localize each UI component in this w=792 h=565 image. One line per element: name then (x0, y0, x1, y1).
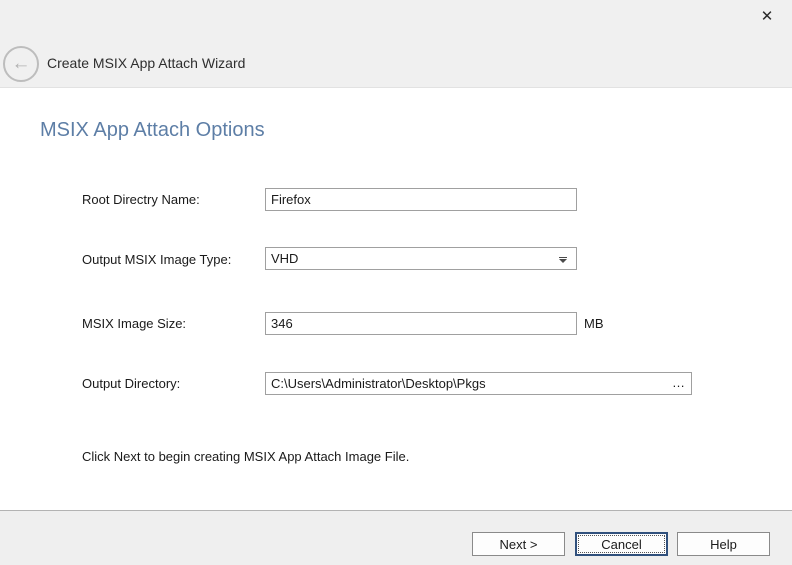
output-directory-input[interactable] (265, 372, 692, 395)
help-button[interactable]: Help (677, 532, 770, 556)
page-title: MSIX App Attach Options (40, 119, 265, 142)
back-button[interactable]: ← (3, 46, 39, 82)
browse-button[interactable]: … (672, 373, 686, 393)
image-size-input[interactable] (265, 312, 577, 335)
root-directory-input[interactable] (265, 188, 577, 211)
close-icon[interactable]: ✕ (757, 7, 777, 27)
footer-bar (0, 510, 792, 565)
image-type-dropdown[interactable]: VHD (265, 247, 577, 270)
output-directory-field: … (265, 372, 692, 395)
next-button[interactable]: Next > (472, 532, 565, 556)
image-size-unit: MB (584, 316, 604, 331)
instruction-text: Click Next to begin creating MSIX App At… (82, 449, 409, 464)
wizard-window: ✕ ← Create MSIX App Attach Wizard MSIX A… (0, 0, 792, 565)
cancel-button[interactable]: Cancel (575, 532, 668, 556)
root-directory-label: Root Directry Name: (82, 192, 200, 207)
image-type-selected-value: VHD (271, 251, 298, 266)
output-directory-label: Output Directory: (82, 376, 180, 391)
wizard-title: Create MSIX App Attach Wizard (47, 55, 245, 71)
image-type-label: Output MSIX Image Type: (82, 252, 231, 267)
wizard-header: ✕ ← Create MSIX App Attach Wizard (0, 0, 792, 88)
image-size-label: MSIX Image Size: (82, 316, 186, 331)
chevron-down-icon (559, 259, 567, 263)
